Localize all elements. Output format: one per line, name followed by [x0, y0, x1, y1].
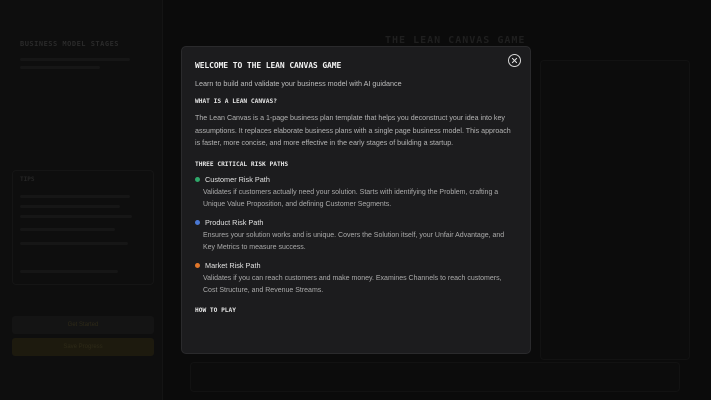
sidebar: BUSINESS MODEL STAGES TIPS Get Started S…	[0, 0, 163, 400]
modal-subtitle: Learn to build and validate your busines…	[195, 79, 402, 88]
risk-item-product: Product Risk Path Ensures your solution …	[195, 218, 517, 255]
save-progress-button[interactable]: Save Progress	[12, 338, 154, 356]
get-started-button[interactable]: Get Started	[12, 316, 154, 334]
welcome-modal: Welcome to the Lean Canvas Game Learn to…	[181, 46, 531, 354]
risk-description: Validates if you can reach customers and…	[203, 274, 502, 295]
risk-description: Validates if customers actually need you…	[203, 188, 499, 209]
tips-line	[20, 270, 118, 273]
product-risk-dot	[195, 219, 200, 225]
what-text: The Lean Canvas is a 1-page business pla…	[195, 114, 511, 148]
customer-risk-dot	[195, 176, 200, 182]
risk-name: Customer Risk Path	[205, 174, 270, 184]
tips-line	[20, 242, 128, 245]
risk-heading: Three Critical Risk Paths	[195, 160, 289, 168]
how-to-play-heading: How to Play	[195, 306, 236, 314]
risk-name: Product Risk Path	[205, 217, 264, 227]
canvas-panel	[540, 60, 690, 360]
tips-line	[20, 195, 130, 198]
sidebar-line	[20, 58, 130, 61]
tips-title: TIPS	[20, 176, 35, 183]
tips-line	[20, 205, 120, 208]
close-icon	[511, 57, 518, 64]
risk-item-customer: Customer Risk Path Validates if customer…	[195, 175, 517, 212]
risk-item-market: Market Risk Path Validates if you can re…	[195, 261, 517, 298]
market-risk-dot	[195, 262, 200, 268]
sidebar-line	[20, 66, 100, 69]
risk-description: Ensures your solution works and is uniqu…	[203, 231, 505, 252]
what-heading: What is a Lean Canvas?	[195, 98, 277, 105]
tips-line	[20, 228, 115, 231]
sidebar-title: BUSINESS MODEL STAGES	[20, 40, 120, 48]
modal-title: Welcome to the Lean Canvas Game	[195, 61, 342, 70]
main-title: THE LEAN CANVAS GAME	[385, 35, 526, 46]
risk-name: Market Risk Path	[205, 260, 261, 270]
footer-panel	[190, 362, 680, 392]
close-button[interactable]	[508, 54, 521, 67]
tips-line	[20, 215, 132, 218]
